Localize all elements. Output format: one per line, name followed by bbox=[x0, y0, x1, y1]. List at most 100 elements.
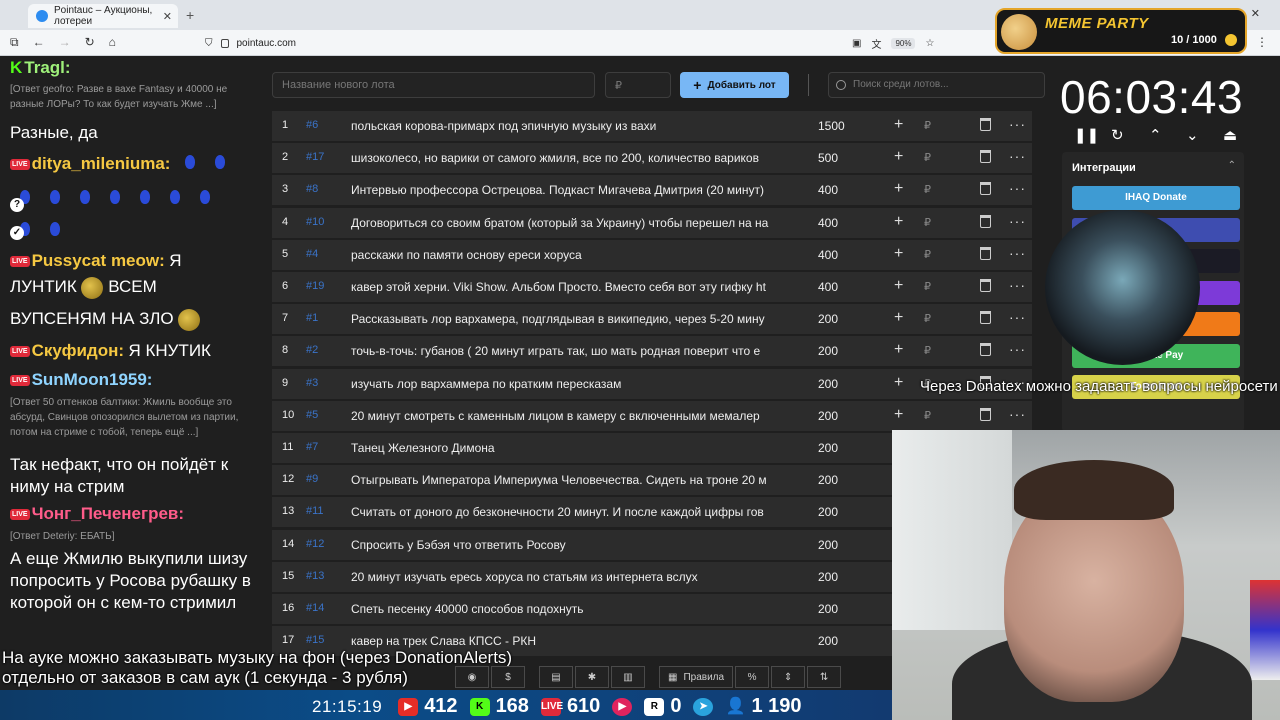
lot-amount[interactable]: 400 bbox=[818, 248, 868, 262]
bookmark-star-icon[interactable]: ☆ bbox=[925, 38, 934, 49]
pause-icon[interactable]: ❚❚ bbox=[1074, 126, 1099, 144]
lot-id[interactable]: #7 bbox=[306, 441, 318, 453]
lot-id[interactable]: #13 bbox=[306, 570, 324, 582]
browser-tab[interactable]: Pointauc – Аукционы, лотереи ✕ bbox=[28, 4, 178, 28]
lot-name[interactable]: шизоколесо, но варики от самого жмиля, в… bbox=[351, 151, 791, 165]
ruble-icon[interactable]: ₽ bbox=[924, 312, 931, 325]
forward-icon[interactable]: → bbox=[59, 35, 71, 50]
lot-name[interactable]: изучать лор вархаммера по кратким переск… bbox=[351, 377, 791, 391]
more-options-icon[interactable]: ··· bbox=[1009, 148, 1026, 164]
add-amount-icon[interactable]: + bbox=[894, 180, 903, 198]
lot-amount[interactable]: 200 bbox=[818, 344, 868, 358]
lot-amount[interactable]: 200 bbox=[818, 409, 868, 423]
trash-icon[interactable] bbox=[980, 311, 991, 325]
more-options-icon[interactable]: ··· bbox=[1009, 245, 1026, 261]
percent-button[interactable]: % bbox=[735, 666, 770, 688]
lot-amount[interactable]: 200 bbox=[818, 505, 868, 519]
help-icon[interactable]: ? bbox=[10, 198, 24, 212]
ruble-icon[interactable]: ₽ bbox=[924, 151, 931, 164]
lot-id[interactable]: #9 bbox=[306, 473, 318, 485]
ruble-icon[interactable]: ₽ bbox=[924, 409, 931, 422]
lot-amount[interactable]: 200 bbox=[818, 441, 868, 455]
lot-name[interactable]: Спросить у Бэбэя что ответить Росову bbox=[351, 538, 791, 552]
trash-icon[interactable] bbox=[980, 343, 991, 357]
lot-id[interactable]: #14 bbox=[306, 602, 324, 614]
trash-icon[interactable] bbox=[980, 279, 991, 292]
bug-icon[interactable]: ✱ bbox=[575, 666, 609, 688]
ruble-icon[interactable]: ₽ bbox=[924, 183, 931, 196]
lot-row[interactable]: 4 #10 Договориться со своим братом (которы… bbox=[272, 207, 1032, 238]
eject-icon[interactable]: ⏏ bbox=[1223, 126, 1237, 144]
add-lot-button[interactable]: + Добавить лот bbox=[680, 72, 789, 98]
lot-id[interactable]: #11 bbox=[306, 505, 324, 517]
lot-name[interactable]: Интервью профессора Острецова. Подкаст М… bbox=[351, 183, 791, 197]
lot-id[interactable]: #4 bbox=[306, 248, 318, 260]
add-amount-icon[interactable]: + bbox=[894, 309, 903, 327]
reader-mode-icon[interactable]: ▣ bbox=[852, 38, 861, 49]
lot-id[interactable]: #2 bbox=[306, 344, 318, 356]
github-icon[interactable]: ◉ bbox=[455, 666, 489, 688]
lot-name[interactable]: Отыгрывать Императора Империума Человече… bbox=[351, 473, 791, 487]
lot-row[interactable]: 9 #3 изучать лор вархаммера по кратким пер… bbox=[272, 368, 1032, 399]
new-lot-input[interactable]: Название нового лота bbox=[272, 72, 595, 98]
tab-close-icon[interactable]: ✕ bbox=[163, 10, 172, 23]
lot-name[interactable]: Рассказывать лор вархамера, подглядывая … bbox=[351, 312, 791, 326]
more-options-icon[interactable]: ··· bbox=[1009, 406, 1026, 422]
ruble-icon[interactable]: ₽ bbox=[924, 216, 931, 229]
lot-id[interactable]: #1 bbox=[306, 312, 318, 324]
lot-id[interactable]: #5 bbox=[306, 409, 318, 421]
ruble-icon[interactable]: ₽ bbox=[924, 344, 931, 357]
lot-name[interactable]: точь-в-точь: губанов ( 20 минут играть т… bbox=[351, 344, 791, 358]
chevron-up-icon[interactable]: ⌃ bbox=[1149, 126, 1162, 144]
lot-row[interactable]: 3 #8 Интервью профессора Острецова. Подкас… bbox=[272, 175, 1032, 206]
collapse-icon[interactable]: ⌃ bbox=[1228, 160, 1236, 171]
lot-row[interactable]: 6 #19 кавер этой херни. Viki Show. Альбом … bbox=[272, 272, 1032, 302]
lot-name[interactable]: 20 минут смотреть с каменным лицом в кам… bbox=[351, 409, 791, 423]
lot-name[interactable]: кавер этой херни. Viki Show. Альбом Прос… bbox=[351, 280, 791, 294]
lot-id[interactable]: #6 bbox=[306, 119, 318, 131]
lot-row[interactable]: 7 #1 Рассказывать лор вархамера, подглядыв… bbox=[272, 304, 1032, 335]
lot-amount[interactable]: 200 bbox=[818, 377, 868, 391]
add-amount-icon[interactable]: + bbox=[894, 213, 903, 231]
lot-id[interactable]: #15 bbox=[306, 634, 324, 646]
lot-row[interactable]: 1 #6 польская корова-примарх под эпичную м… bbox=[272, 111, 1032, 141]
lot-name[interactable]: Договориться со своим братом (который за… bbox=[351, 216, 791, 230]
trash-icon[interactable] bbox=[980, 182, 991, 196]
clear-icon[interactable]: ▥ bbox=[611, 666, 645, 688]
sort-icon[interactable]: ⇅ bbox=[807, 666, 842, 688]
split-icon[interactable]: ⇕ bbox=[771, 666, 806, 688]
add-amount-icon[interactable]: + bbox=[894, 341, 903, 359]
lot-name[interactable]: Считать от доного до безконечности 20 ми… bbox=[351, 505, 791, 519]
window-close-button[interactable]: ✕ bbox=[1251, 7, 1260, 20]
more-options-icon[interactable]: ··· bbox=[1009, 116, 1026, 132]
trash-icon[interactable] bbox=[980, 150, 991, 164]
more-options-icon[interactable]: ··· bbox=[1009, 309, 1026, 325]
more-options-icon[interactable]: ··· bbox=[1009, 277, 1026, 293]
lot-name[interactable]: 20 минут изучать ересь хоруса по статьям… bbox=[351, 570, 791, 584]
lot-name[interactable]: расскажи по памяти основу ереси хоруса bbox=[351, 248, 791, 262]
lot-id[interactable]: #3 bbox=[306, 377, 318, 389]
more-options-icon[interactable]: ··· bbox=[1009, 213, 1026, 229]
lot-amount[interactable]: 200 bbox=[818, 634, 868, 648]
integration-button[interactable]: IHAQ Donate bbox=[1072, 186, 1240, 210]
ruble-icon[interactable]: ₽ bbox=[924, 119, 931, 132]
donate-dollar-icon[interactable]: $ bbox=[491, 666, 525, 688]
lot-name[interactable]: Танец Железного Димона bbox=[351, 441, 791, 455]
add-amount-icon[interactable]: + bbox=[894, 148, 903, 166]
lot-name[interactable]: Спеть песенку 40000 способов подохнуть bbox=[351, 602, 791, 616]
lot-row[interactable]: 5 #4 расскажи по памяти основу ереси хорус… bbox=[272, 239, 1032, 270]
lot-amount[interactable]: 200 bbox=[818, 473, 868, 487]
back-icon[interactable]: ← bbox=[33, 35, 45, 50]
trash-icon[interactable] bbox=[980, 246, 991, 260]
lot-amount[interactable]: 400 bbox=[818, 280, 868, 294]
reset-icon[interactable]: ↻ bbox=[1111, 126, 1124, 144]
save-icon[interactable]: ▤ bbox=[539, 666, 573, 688]
add-amount-icon[interactable]: + bbox=[894, 116, 903, 134]
lot-amount[interactable]: 400 bbox=[818, 216, 868, 230]
trash-icon[interactable] bbox=[980, 214, 991, 228]
lot-amount[interactable]: 200 bbox=[818, 538, 868, 552]
sidebar-toggle-icon[interactable]: ⧉ bbox=[10, 35, 19, 50]
lot-amount[interactable]: 1500 bbox=[818, 119, 868, 133]
add-amount-icon[interactable]: + bbox=[894, 374, 903, 392]
lot-name[interactable]: кавер на трек Слава КПСС - РКН bbox=[351, 634, 791, 648]
